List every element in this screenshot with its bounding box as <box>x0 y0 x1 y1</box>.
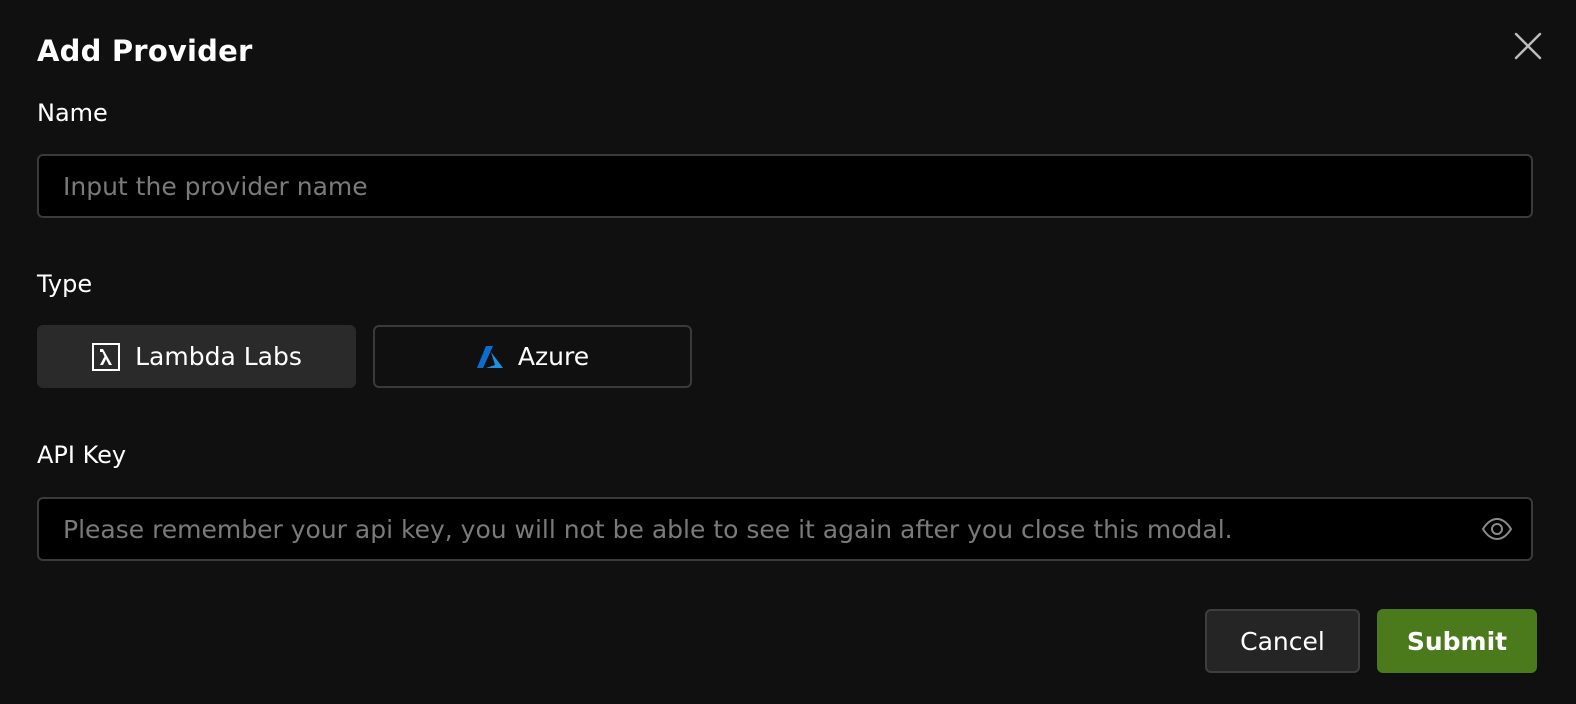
lambda-icon <box>91 342 121 372</box>
close-icon-graphic <box>1514 32 1542 60</box>
azure-icon <box>476 345 504 369</box>
add-provider-modal: Add Provider Name Type Lambda Labs Azure <box>0 0 1576 704</box>
type-label: Type <box>37 270 93 298</box>
cancel-button[interactable]: Cancel <box>1205 609 1360 673</box>
api-key-input[interactable] <box>63 499 1483 559</box>
submit-button[interactable]: Submit <box>1377 609 1537 673</box>
api-key-field-container <box>37 497 1533 561</box>
modal-title: Add Provider <box>37 34 253 68</box>
provider-name-input[interactable] <box>63 156 1483 216</box>
api-key-label: API Key <box>37 441 127 469</box>
type-option-azure[interactable]: Azure <box>373 325 692 388</box>
name-field-container <box>37 154 1533 218</box>
name-label: Name <box>37 99 108 127</box>
type-option-lambda-labs[interactable]: Lambda Labs <box>37 325 356 388</box>
type-option-label: Azure <box>517 342 590 371</box>
eye-icon[interactable] <box>1481 513 1513 545</box>
close-icon[interactable] <box>1512 30 1544 62</box>
type-option-label: Lambda Labs <box>135 342 302 371</box>
